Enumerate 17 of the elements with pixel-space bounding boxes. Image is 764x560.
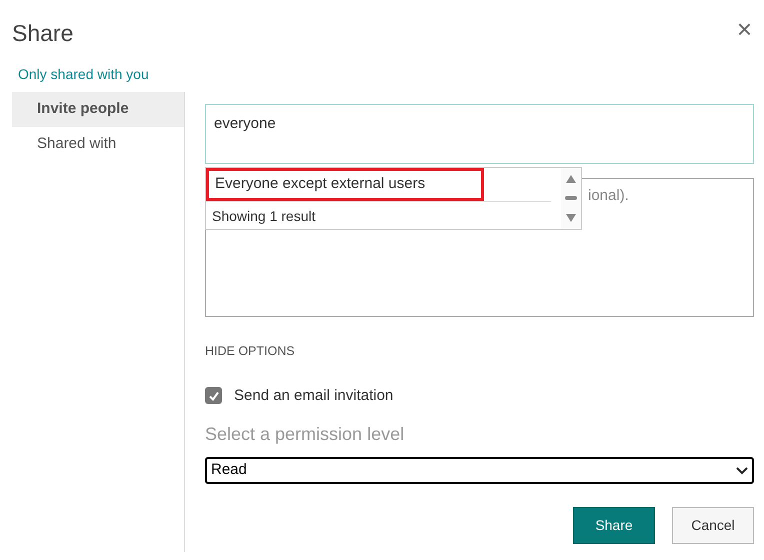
suggestion-item[interactable]: Everyone except external users [206, 168, 484, 200]
checkbox-label: Send an email invitation [234, 386, 394, 406]
checkmark-icon [208, 390, 220, 402]
share-button[interactable]: Share [573, 507, 655, 544]
sidebar-tab[interactable]: Shared with [12, 126, 184, 162]
permission-label: Select a permission level [205, 423, 406, 446]
chevron-down-icon [736, 466, 748, 474]
close-button[interactable]: × [732, 16, 756, 42]
sidebar-tab[interactable]: Invite people [12, 92, 184, 126]
dialog-title: Share [12, 19, 74, 48]
cancel-button[interactable]: Cancel [672, 507, 754, 544]
invite-field[interactable]: everyone [205, 104, 754, 164]
hide-options-link[interactable]: HIDE OPTIONS [205, 342, 295, 360]
permission-select[interactable]: Read [205, 457, 754, 484]
result-count: Showing 1 result [211, 206, 317, 226]
email-checkbox[interactable] [205, 387, 222, 404]
sharing-status: Only shared with you [18, 66, 149, 82]
